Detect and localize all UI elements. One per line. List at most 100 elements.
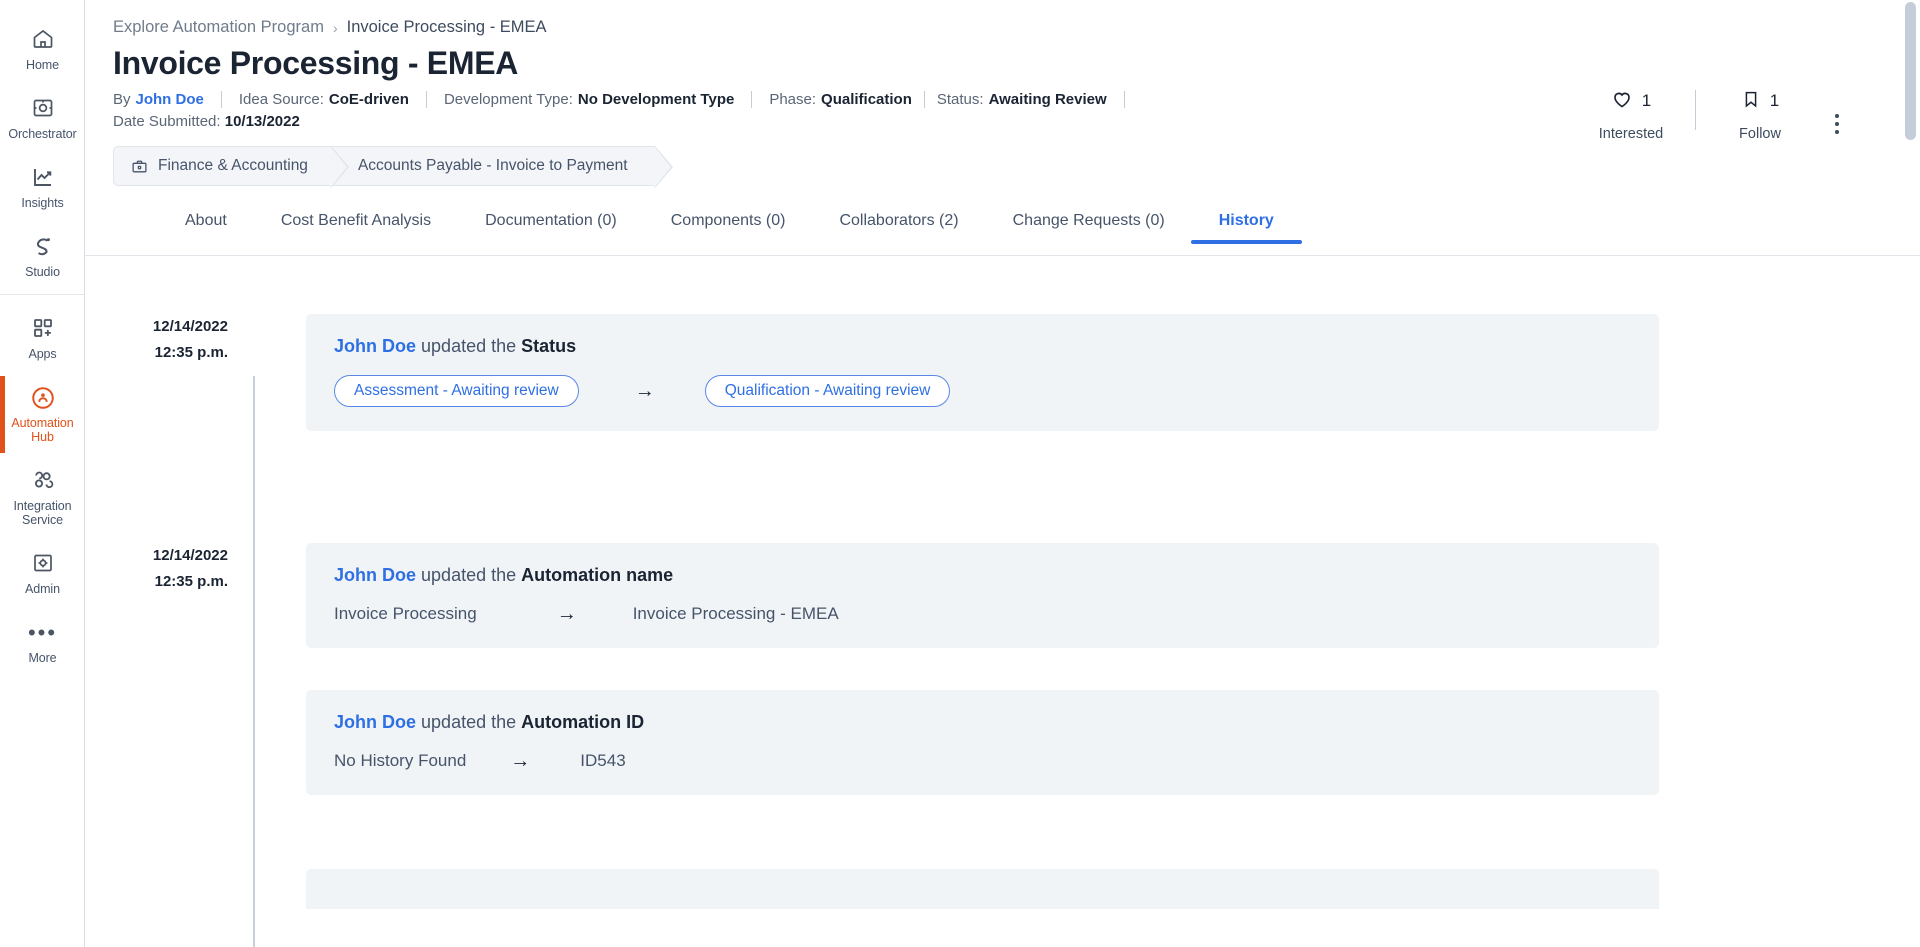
category-chip-finance-accounting[interactable]: Finance & Accounting [113, 146, 349, 188]
history-entry-timestamp: 12/14/2022 12:35 p.m. [85, 543, 253, 595]
arrow-right-icon: → [634, 380, 655, 402]
follow-top: 1 [1712, 88, 1808, 114]
category-chip-accounts-payable[interactable]: Accounts Payable - Invoice to Payment [330, 146, 673, 188]
sidebar-item-integration-service[interactable]: Integration Service [0, 459, 85, 536]
history-entry-date: 12/14/2022 [152, 318, 228, 335]
heart-icon [1611, 88, 1633, 115]
vertical-scrollbar-thumb[interactable] [1905, 2, 1916, 140]
history-entry: 12/14/2022 12:35 p.m. John Doe updated t… [85, 543, 1920, 648]
sidebar-item-label: Apps [28, 347, 57, 361]
sidebar-item-studio[interactable]: Studio [0, 225, 85, 288]
left-nav-rail: Home Orchestrator Insights Studio Apps A… [0, 0, 85, 947]
meta-development-type-value: No Development Type [577, 91, 735, 108]
history-entry-to-value: Invoice Processing - EMEA [632, 604, 839, 623]
meta-divider [923, 91, 925, 108]
orchestrator-icon [2, 96, 83, 122]
meta-divider [751, 91, 753, 108]
meta-author-value[interactable]: John Doe [136, 91, 204, 108]
history-entry-verb: updated the [421, 336, 517, 356]
timeline-gap [85, 431, 1920, 543]
interested-button[interactable]: 1 Interested [1583, 88, 1679, 142]
meta-author: By John Doe [113, 91, 204, 108]
history-entry-values: Invoice Processing → Invoice Processing … [334, 604, 1631, 624]
interested-count: 1 [1641, 91, 1652, 110]
follow-count: 1 [1769, 91, 1780, 110]
chip-chevron-icon [329, 146, 347, 188]
meta-divider [1123, 91, 1125, 108]
meta-phase: Phase: Qualification [769, 91, 912, 108]
follow-button[interactable]: 1 Follow [1712, 88, 1808, 142]
sidebar-item-label: More [28, 651, 57, 665]
rail-divider [0, 294, 84, 295]
history-entry-verb: updated the [421, 712, 517, 732]
meta-status-label: Status: [936, 91, 984, 108]
history-entry-actor[interactable]: John Doe [334, 336, 416, 356]
sidebar-item-insights[interactable]: Insights [0, 156, 85, 219]
arrow-right-icon: → [510, 750, 531, 772]
history-entry-title: John Doe updated the Automation name [334, 565, 1631, 586]
breadcrumb: Explore Automation Program › Invoice Pro… [113, 18, 1896, 37]
sidebar-item-label: Automation Hub [11, 416, 74, 444]
tab-change-requests[interactable]: Change Requests (0) [1013, 208, 1165, 243]
history-entry-card: John Doe updated the Automation ID No Hi… [306, 690, 1659, 795]
history-entry: 12/14/2022 12:35 p.m. John Doe updated t… [85, 314, 1920, 431]
meta-idea-source-value: CoE-driven [328, 91, 409, 108]
sidebar-item-apps[interactable]: Apps [0, 307, 85, 370]
timeline-gap [85, 795, 1920, 869]
history-timeline: 12/14/2022 12:35 p.m. John Doe updated t… [85, 314, 1920, 947]
timeline-gap [85, 648, 1920, 690]
insights-chart-icon [2, 165, 83, 191]
sidebar-item-label: Integration Service [13, 499, 72, 527]
meta-divider [425, 91, 427, 108]
category-breadcrumb-chips: Finance & Accounting Accounts Payable - … [113, 146, 1896, 188]
meta-idea-source: Idea Source: CoE-driven [239, 91, 409, 108]
meta-phase-value: Qualification [821, 91, 912, 108]
app-root: Home Orchestrator Insights Studio Apps A… [0, 0, 1920, 947]
briefcase-icon [131, 158, 148, 175]
engagement-stats: 1 Interested 1 Follow [1583, 88, 1848, 142]
apps-grid-plus-icon [2, 316, 83, 342]
kebab-menu-icon[interactable] [1826, 110, 1848, 138]
meta-development-type-label: Development Type: [443, 91, 573, 108]
tab-history[interactable]: History [1190, 208, 1303, 244]
meta-development-type: Development Type: No Development Type [444, 91, 734, 108]
interested-caption: Interested [1598, 126, 1664, 142]
sidebar-item-label: Admin [25, 582, 60, 596]
interested-top: 1 [1583, 88, 1679, 114]
tab-collaborators[interactable]: Collaborators (2) [839, 208, 958, 243]
admin-gear-icon [2, 551, 83, 577]
meta-status: Status: Awaiting Review [937, 91, 1107, 108]
history-entry-to-value: ID543 [580, 751, 626, 770]
history-entry-values: No History Found → ID543 [334, 751, 1631, 771]
history-entry-actor[interactable]: John Doe [334, 712, 416, 732]
tab-bar: About Cost Benefit Analysis Documentatio… [85, 208, 1920, 256]
breadcrumb-current: Invoice Processing - EMEA [346, 18, 547, 36]
sidebar-item-home[interactable]: Home [0, 18, 85, 81]
bookmark-icon [1741, 88, 1761, 115]
history-entry-to-value: Qualification - Awaiting review [704, 375, 951, 407]
sidebar-item-more[interactable]: ••• More [0, 611, 85, 674]
more-dots-icon: ••• [27, 620, 58, 645]
studio-icon [2, 234, 83, 260]
sidebar-item-label: Studio [25, 265, 60, 279]
follow-caption: Follow [1739, 126, 1781, 142]
history-entry-time: 12:35 p.m. [154, 344, 228, 361]
automation-hub-icon [2, 385, 83, 411]
tab-components[interactable]: Components (0) [671, 208, 786, 243]
sidebar-item-automation-hub[interactable]: Automation Hub [0, 376, 85, 453]
history-entry-verb: updated the [421, 565, 517, 585]
tab-about[interactable]: About [185, 208, 227, 243]
history-entry-time: 12:35 p.m. [154, 573, 228, 590]
meta-divider [220, 91, 222, 108]
history-entry-actor[interactable]: John Doe [334, 565, 416, 585]
sidebar-item-admin[interactable]: Admin [0, 542, 85, 605]
history-entry-card: John Doe updated the Status Assessment -… [306, 314, 1659, 431]
sidebar-item-orchestrator[interactable]: Orchestrator [0, 87, 85, 150]
main-content: Explore Automation Program › Invoice Pro… [85, 0, 1920, 947]
breadcrumb-parent[interactable]: Explore Automation Program [113, 18, 324, 37]
tab-documentation[interactable]: Documentation (0) [485, 208, 617, 243]
category-chip-label: Accounts Payable - Invoice to Payment [357, 157, 628, 174]
tab-cost-benefit-analysis[interactable]: Cost Benefit Analysis [281, 208, 431, 243]
integration-service-icon [2, 468, 83, 494]
page-title: Invoice Processing - EMEA [113, 45, 519, 81]
